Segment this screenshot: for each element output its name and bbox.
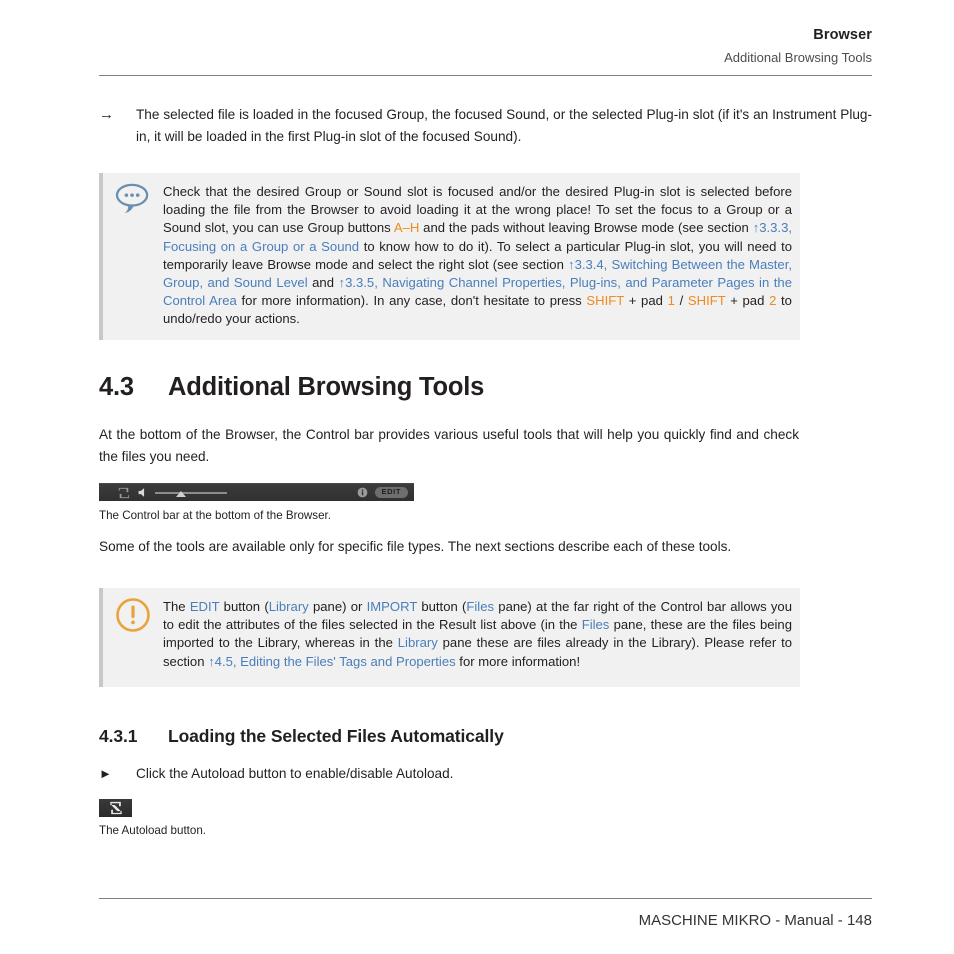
bullet-note: ► Click the Autoload button to enable/di… bbox=[99, 763, 872, 785]
arrow-note-text: The selected file is loaded in the focus… bbox=[136, 107, 872, 144]
slider-track bbox=[155, 492, 227, 494]
slider-thumb[interactable] bbox=[176, 491, 186, 497]
control-bar-left-group bbox=[118, 487, 227, 499]
control-bar-caption: The Control bar at the bottom of the Bro… bbox=[99, 509, 331, 522]
autoload-loop-icon[interactable] bbox=[109, 801, 123, 815]
control-bar-right-group: EDIT bbox=[357, 486, 408, 499]
page-header: Browser Additional Browsing Tools bbox=[99, 26, 872, 67]
arrow-marker-icon: → bbox=[99, 106, 114, 123]
paragraph-tools: Some of the tools are available only for… bbox=[99, 539, 732, 554]
subsection-title: Loading the Selected Files Automatically bbox=[168, 726, 504, 746]
paragraph-intro: At the bottom of the Browser, the Contro… bbox=[99, 427, 799, 464]
warning-exclamation-icon bbox=[116, 598, 150, 632]
speech-bubble-icon bbox=[115, 183, 149, 214]
footer-divider bbox=[99, 898, 872, 899]
info-icon[interactable] bbox=[357, 487, 368, 498]
section-title: Additional Browsing Tools bbox=[168, 373, 485, 401]
footer-text: MASCHINE MIKRO - Manual - 148 bbox=[638, 912, 872, 929]
document-page: Browser Additional Browsing Tools → The … bbox=[0, 0, 954, 954]
warning-icon-wrap bbox=[103, 588, 163, 633]
control-bar-figure: EDIT bbox=[99, 483, 414, 501]
tip-icon-wrap bbox=[103, 173, 163, 214]
header-divider bbox=[99, 75, 872, 76]
triangle-bullet-icon: ► bbox=[99, 766, 112, 781]
edit-button[interactable]: EDIT bbox=[374, 486, 408, 499]
section-number: 4.3 bbox=[99, 373, 134, 401]
tip-callout: Check that the desired Group or Sound sl… bbox=[99, 173, 800, 340]
tip-callout-text: Check that the desired Group or Sound sl… bbox=[163, 184, 792, 327]
bullet-note-text: Click the Autoload button to enable/disa… bbox=[136, 766, 454, 781]
autoload-caption: The Autoload button. bbox=[99, 824, 207, 837]
subsection-heading: 4.3.1 Loading the Selected Files Automati… bbox=[99, 726, 872, 747]
arrow-note: → The selected file is loaded in the foc… bbox=[99, 104, 872, 147]
warning-callout: The EDIT button (Library pane) or IMPORT… bbox=[99, 588, 800, 687]
header-subtitle: Additional Browsing Tools bbox=[724, 50, 872, 65]
autoload-button-figure[interactable] bbox=[99, 799, 132, 817]
header-title: Browser bbox=[813, 27, 872, 43]
autoload-loop-icon[interactable] bbox=[118, 487, 130, 499]
warning-callout-text: The EDIT button (Library pane) or IMPORT… bbox=[163, 599, 793, 669]
section-heading: 4.3 Additional Browsing Tools bbox=[99, 373, 872, 402]
speaker-icon[interactable] bbox=[137, 487, 148, 498]
subsection-number: 4.3.1 bbox=[99, 726, 138, 746]
volume-slider[interactable] bbox=[155, 488, 227, 497]
